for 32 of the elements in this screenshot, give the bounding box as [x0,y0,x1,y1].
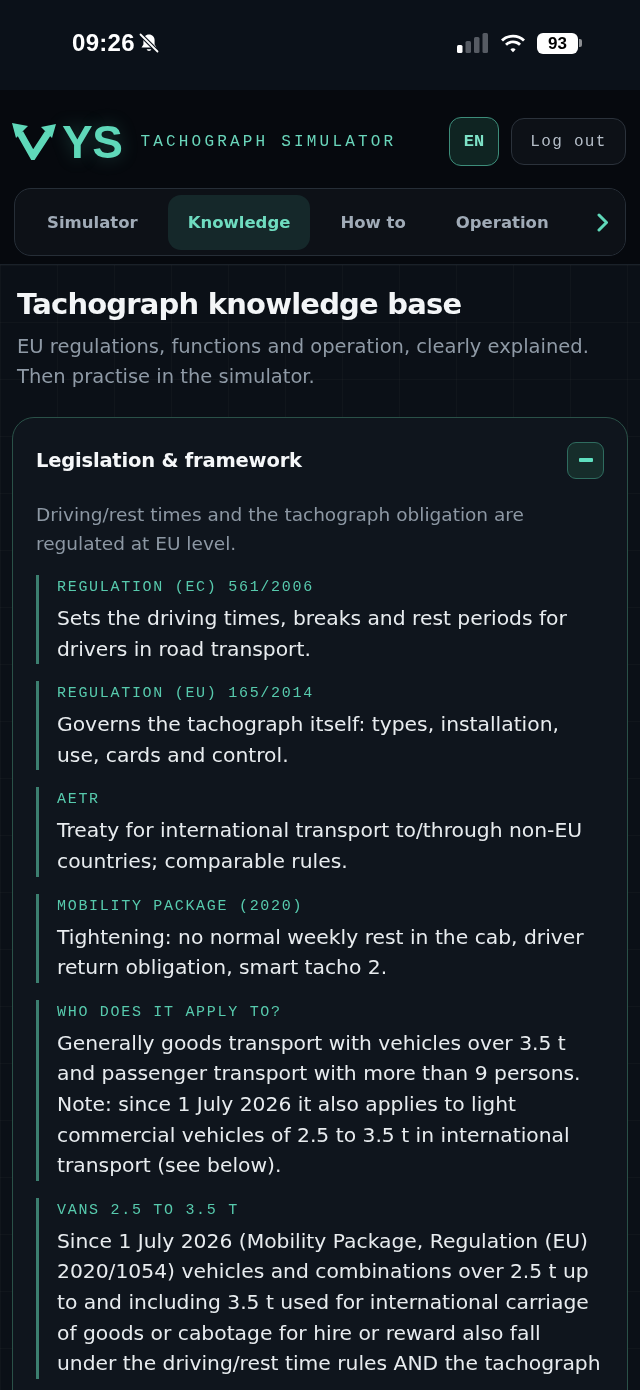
page-subtitle: EU regulations, functions and operation, clearly explained. Then practise in the simulator. [17,334,590,390]
entry-heading: WHO DOES IT APPLY TO? [57,1002,283,1023]
battery-indicator: 93 [537,32,582,54]
product-name: TACHOGRAPH SIMULATOR [140,132,397,151]
nav-tab[interactable]: How to [320,194,426,250]
language-button[interactable]: EN [449,117,499,166]
wifi-icon [500,33,526,53]
entry-heading: REGULATION (EC) 561/2006 [57,578,315,598]
minus-icon [578,458,593,462]
page-title: Tachograph knowledge base [17,286,463,322]
section-title: Legislation & framework [36,448,302,472]
status-time: 09:26 [72,29,135,57]
entry-text: Governs the tachograph itself: types, installation, use, cards and control. [57,711,560,769]
entry-text: Sets the driving times, breaks and rest periods for drivers in road transport. [57,605,568,663]
nav-tab[interactable]: Knowledge [167,194,311,250]
nav-tab[interactable]: Operation [435,194,569,250]
signal-icon [457,33,489,53]
logout-button[interactable]: Log out [511,118,626,165]
entry-text: Tightening: no normal weekly rest in the cab, driver return obligation, smart tacho 2. [57,923,585,982]
bell-slash-icon [137,32,160,54]
entry-heading: AETR [57,790,101,811]
entry-heading: VANS 2.5 TO 3.5 T [57,1200,240,1221]
nav-tab[interactable]: Simulator [27,194,158,250]
collapse-button[interactable] [567,441,604,479]
entry-heading: MOBILITY PACKAGE (2020) [57,896,305,917]
entry-text: Treaty for international transport to/through non-EU countries; comparable rules. [57,817,584,875]
entry-text: Generally goods transport with vehicles over 3.5 t and passenger transport with more than 9 persons. Note: since 1 July 2026 it also applies to light commercial vehicles of 2.5 to 3.5 t in international transport (see below). [57,1029,582,1180]
entry-heading: REGULATION (EU) 165/2014 [57,684,315,705]
logo-text: YS [62,118,123,165]
entry-text: Since 1 July 2026 (Mobility Package, Regulation (EU) 2020/1054) vehicles and combinations over 2.5 t up to and including 3.5 t used for international carriage of goods or cabotage for hire or reward also fall under the driving/rest time rules AND the tachograph [57,1227,602,1378]
chevron-right-icon[interactable] [597,212,609,232]
section-intro: Driving/rest times and the tachograph obligation are regulated at EU level. [36,503,525,556]
